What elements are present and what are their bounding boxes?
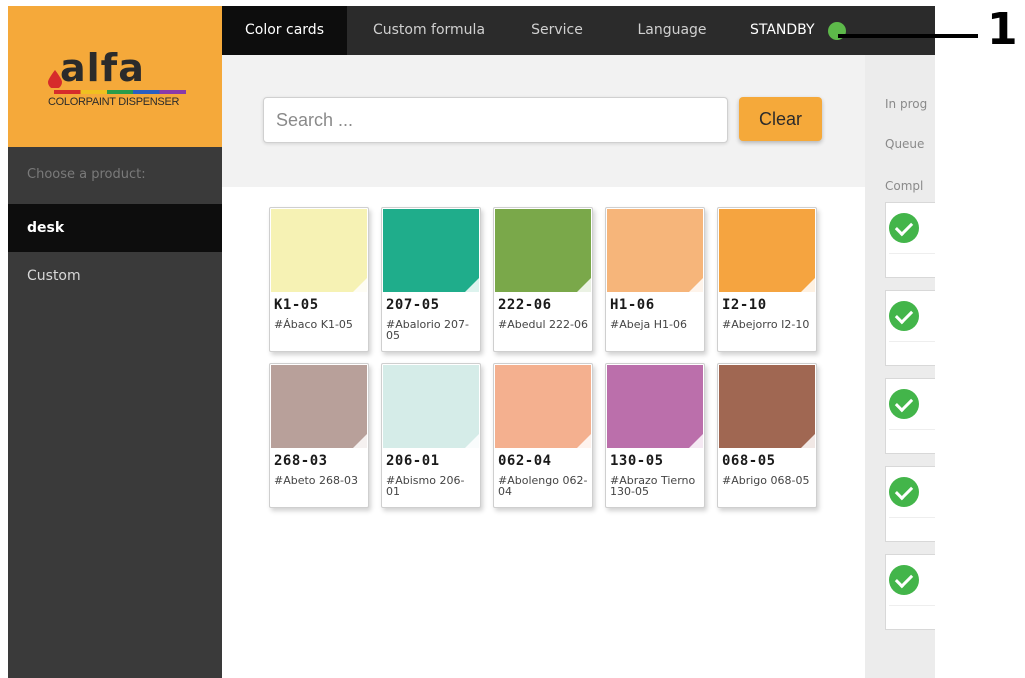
product-list: desk Custom	[8, 204, 222, 300]
color-name: #Ábaco K1-05	[274, 318, 353, 331]
swatch-fold	[353, 278, 367, 292]
color-code: 268-03	[274, 453, 328, 469]
app-window: alfa COLORPAINT DISPENSER Choose a produ…	[0, 0, 1025, 678]
tab-language[interactable]: Language	[624, 6, 720, 55]
sidebar: alfa COLORPAINT DISPENSER Choose a produ…	[8, 6, 222, 678]
in-progress-label: In prog	[885, 97, 928, 111]
clear-button[interactable]: Clear	[739, 97, 822, 141]
search-input[interactable]	[263, 97, 728, 143]
swatch-fold	[689, 278, 703, 292]
product-item-custom[interactable]: Custom	[8, 252, 222, 300]
check-icon	[889, 565, 919, 595]
check-icon	[889, 301, 919, 331]
top-navigation: Color cards Custom formula Service Langu…	[222, 6, 935, 55]
callout-number: 1	[987, 4, 1018, 55]
divider	[889, 341, 935, 342]
tab-service[interactable]: Service	[516, 6, 598, 55]
color-name: #Abedul 222-06	[498, 318, 588, 331]
swatch-fold	[353, 434, 367, 448]
color-card[interactable]: 207-05 #Abalorio 207-05	[381, 207, 481, 352]
color-card[interactable]: 062-04 #Abolengo 062-04	[493, 363, 593, 508]
job-queue-panel: In prog Queue Compl	[865, 55, 935, 678]
logo-subtitle: COLORPAINT DISPENSER	[48, 96, 180, 108]
alfa-logo: alfa COLORPAINT DISPENSER	[48, 46, 188, 112]
color-code: 207-05	[386, 297, 440, 313]
color-swatch	[607, 365, 703, 448]
color-code: 068-05	[722, 453, 776, 469]
color-name: #Abeto 268-03	[274, 474, 358, 487]
color-code: 130-05	[610, 453, 664, 469]
color-code: K1-05	[274, 297, 319, 313]
color-swatch	[495, 209, 591, 292]
check-icon	[889, 389, 919, 419]
product-item-desk[interactable]: desk	[8, 204, 222, 252]
color-code: 062-04	[498, 453, 552, 469]
swatch-fold	[801, 434, 815, 448]
check-icon	[889, 213, 919, 243]
color-card[interactable]: K1-05 #Ábaco K1-05	[269, 207, 369, 352]
swatch-fold	[801, 278, 815, 292]
color-card[interactable]: 068-05 #Abrigo 068-05	[717, 363, 817, 508]
completed-label: Compl	[885, 179, 924, 193]
divider	[889, 605, 935, 606]
color-card[interactable]: 130-05 #Abrazo Tierno 130-05	[605, 363, 705, 508]
divider	[889, 253, 935, 254]
swatch-fold	[577, 278, 591, 292]
color-swatch	[271, 209, 367, 292]
completed-job-card[interactable]	[885, 202, 935, 278]
color-card[interactable]: 206-01 #Abismo 206-01	[381, 363, 481, 508]
color-name: #Abismo 206-01	[386, 474, 465, 498]
choose-product-label: Choose a product:	[27, 167, 146, 182]
color-card[interactable]: 268-03 #Abeto 268-03	[269, 363, 369, 508]
color-swatch	[495, 365, 591, 448]
divider	[889, 517, 935, 518]
tab-custom-formula[interactable]: Custom formula	[354, 6, 504, 55]
color-name: #Abeja H1-06	[610, 318, 688, 331]
color-card[interactable]: I2-10 #Abejorro I2-10	[717, 207, 817, 352]
logo-area: alfa COLORPAINT DISPENSER	[8, 6, 222, 147]
swatch-fold	[465, 434, 479, 448]
color-card[interactable]: H1-06 #Abeja H1-06	[605, 207, 705, 352]
color-code: I2-10	[722, 297, 767, 313]
queued-label: Queue	[885, 137, 925, 151]
color-code: 206-01	[386, 453, 440, 469]
status-label: STANDBY	[750, 22, 815, 38]
swatch-fold	[465, 278, 479, 292]
logo-word: alfa	[60, 46, 145, 90]
completed-job-card[interactable]	[885, 378, 935, 454]
color-card[interactable]: 222-06 #Abedul 222-06	[493, 207, 593, 352]
color-name: #Abolengo 062-04	[498, 474, 588, 498]
product-item-label: desk	[27, 220, 65, 236]
callout-leader-line	[838, 34, 978, 38]
color-name: #Abalorio 207-05	[386, 318, 470, 342]
color-swatch	[719, 209, 815, 292]
swatch-fold	[577, 434, 591, 448]
color-code: 222-06	[498, 297, 552, 313]
color-name: #Abejorro I2-10	[722, 318, 810, 331]
color-swatch	[383, 365, 479, 448]
color-name: #Abrigo 068-05	[722, 474, 810, 487]
color-swatch	[271, 365, 367, 448]
product-item-label: Custom	[27, 268, 81, 284]
completed-job-card[interactable]	[885, 290, 935, 366]
search-area: Clear	[222, 55, 865, 187]
divider	[889, 429, 935, 430]
tab-color-cards[interactable]: Color cards	[222, 6, 347, 55]
color-swatch	[607, 209, 703, 292]
completed-job-card[interactable]	[885, 554, 935, 630]
color-name: #Abrazo Tierno 130-05	[610, 474, 696, 498]
check-icon	[889, 477, 919, 507]
color-swatch	[719, 365, 815, 448]
completed-job-card[interactable]	[885, 466, 935, 542]
color-code: H1-06	[610, 297, 655, 313]
color-swatch	[383, 209, 479, 292]
logo-color-stripe	[54, 90, 186, 94]
swatch-fold	[689, 434, 703, 448]
